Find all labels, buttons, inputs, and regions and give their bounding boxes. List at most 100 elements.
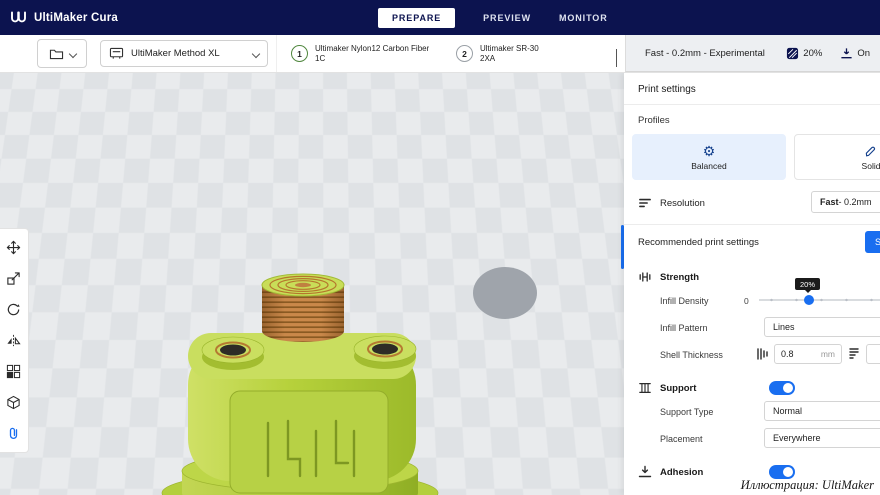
- top-bottom-thickness-icon: [848, 347, 860, 361]
- slider-handle[interactable]: [804, 295, 814, 305]
- infill-icon: [786, 47, 799, 60]
- resolution-row: Resolution Fast - 0.2mm: [624, 191, 880, 215]
- strength-icon: [638, 270, 652, 284]
- gear-icon: ⚙: [703, 144, 716, 158]
- nozzle-icon: [864, 144, 878, 158]
- rotate-icon: [6, 302, 21, 317]
- strength-section-header: Strength: [638, 267, 880, 287]
- support-type-label: Support Type: [660, 407, 713, 417]
- printer-icon: [109, 47, 124, 60]
- app-title: UltiMaker Cura: [34, 12, 118, 24]
- extruder-2: 2 Ultimaker SR-30 2XA: [456, 44, 611, 63]
- infill-pattern-dropdown[interactable]: Lines: [764, 317, 880, 337]
- printer-selector[interactable]: UltiMaker Method XL: [100, 40, 268, 67]
- mirror-icon: [6, 333, 21, 348]
- layers-icon: [638, 197, 652, 209]
- wall-thickness-icon: [756, 347, 768, 361]
- support-title: Support: [660, 383, 696, 394]
- extruder-1-core: 1C: [315, 54, 429, 63]
- profile-cards: ⚙ Balanced Solid: [632, 134, 880, 180]
- support-section-header: Support: [638, 378, 880, 398]
- show-custom-button[interactable]: Show custom: [865, 231, 880, 253]
- slider-value-tooltip: 20%: [795, 278, 820, 290]
- tool-move[interactable]: [0, 232, 27, 263]
- infill-density-row: Infill Density 0 20%: [660, 287, 880, 314]
- move-icon: [6, 240, 21, 255]
- summary-profile: Fast - 0.2mm - Experimental: [645, 48, 765, 59]
- support-toggle[interactable]: [769, 381, 795, 395]
- extruder-1-material: Ultimaker Nylon12 Carbon Fiber: [315, 44, 429, 53]
- image-caption: Иллюстрация: UltiMaker: [741, 478, 874, 493]
- summary-infill-value: 20%: [803, 48, 822, 59]
- slider-min-label: 0: [744, 296, 749, 306]
- panel-title: Print settings: [624, 73, 880, 104]
- profile-card-label: Solid: [862, 161, 880, 171]
- slider-ticks: [759, 297, 880, 303]
- chevron-down-icon: [252, 49, 260, 57]
- chevron-down-icon: [616, 49, 617, 67]
- adhesion-toggle[interactable]: [769, 465, 795, 479]
- tool-mirror[interactable]: [0, 325, 27, 356]
- infill-pattern-row: Infill Pattern Lines: [660, 314, 880, 341]
- shell-thickness-label: Shell Thickness: [660, 350, 723, 360]
- folder-icon: [49, 47, 64, 60]
- placement-row: Placement Everywhere: [660, 425, 880, 452]
- resolution-label: Resolution: [660, 198, 705, 209]
- divider: [624, 224, 880, 225]
- recommended-row: Recommended print settings Show custom: [624, 227, 880, 257]
- ultimaker-logo-icon: [10, 11, 27, 25]
- tool-scale[interactable]: [0, 263, 27, 294]
- resolution-dropdown[interactable]: Fast - 0.2mm: [811, 191, 880, 213]
- wall-thickness-input[interactable]: 0.8 mm: [774, 344, 842, 364]
- plate-circle-marking: [473, 267, 537, 319]
- extruder-2-core: 2XA: [480, 54, 539, 63]
- per-model-settings-icon: [6, 364, 21, 379]
- print-settings-summary-button[interactable]: Fast - 0.2mm - Experimental 20% On: [625, 35, 880, 72]
- viewport-3d[interactable]: [0, 73, 625, 495]
- tool-custom-supports[interactable]: [0, 418, 27, 449]
- tab-monitor[interactable]: MONITOR: [559, 13, 608, 23]
- adhesion-icon: [840, 47, 853, 60]
- summary-infill: 20%: [786, 47, 822, 60]
- tool-rotate[interactable]: [0, 294, 27, 325]
- app-header: UltiMaker Cura PREPARE PREVIEW MONITOR: [0, 0, 880, 35]
- scale-icon: [6, 271, 21, 286]
- profile-card-solid[interactable]: Solid: [794, 134, 880, 180]
- tool-support-blocker[interactable]: [0, 387, 27, 418]
- summary-adhesion: On: [840, 47, 870, 60]
- strength-title: Strength: [660, 272, 699, 283]
- shell-thickness-row: Shell Thickness 0.8 mm: [660, 341, 880, 368]
- extruder-1-badge: 1: [291, 45, 308, 62]
- stage-tabs: PREPARE PREVIEW MONITOR: [378, 0, 608, 35]
- tab-prepare[interactable]: PREPARE: [378, 8, 455, 28]
- tab-preview[interactable]: PREVIEW: [483, 13, 531, 23]
- print-settings-panel: Print settings Profiles ⚙ Balanced Solid: [624, 73, 880, 495]
- adhesion-icon: [638, 465, 652, 479]
- infill-density-slider[interactable]: 20%: [759, 290, 880, 310]
- extruder-1: 1 Ultimaker Nylon12 Carbon Fiber 1C: [291, 44, 446, 63]
- model-3d[interactable]: [150, 271, 450, 495]
- profile-card-balanced[interactable]: ⚙ Balanced: [632, 134, 786, 180]
- top-bottom-thickness-input[interactable]: [866, 344, 880, 364]
- profiles-label: Profiles: [624, 105, 880, 126]
- open-file-button[interactable]: [37, 39, 87, 68]
- chevron-down-icon: [68, 49, 76, 57]
- tool-column: [0, 228, 29, 453]
- support-type-dropdown[interactable]: Normal: [764, 401, 880, 421]
- tool-per-model-settings[interactable]: [0, 356, 27, 387]
- app-logo: UltiMaker Cura: [10, 0, 118, 35]
- paperclip-icon: [6, 426, 21, 441]
- extruder-2-material: Ultimaker SR-30: [480, 44, 539, 53]
- adhesion-title: Adhesion: [660, 467, 703, 478]
- support-blocker-icon: [6, 395, 21, 410]
- placement-label: Placement: [660, 434, 703, 444]
- recommended-label: Recommended print settings: [638, 237, 759, 248]
- infill-pattern-label: Infill Pattern: [660, 323, 708, 333]
- placement-dropdown[interactable]: Everywhere: [764, 428, 880, 448]
- summary-adhesion-value: On: [857, 48, 870, 59]
- infill-density-label: Infill Density: [660, 296, 709, 306]
- configuration-toolbar: UltiMaker Method XL 1 Ultimaker Nylon12 …: [0, 35, 880, 73]
- support-type-row: Support Type Normal: [660, 398, 880, 425]
- material-configuration[interactable]: 1 Ultimaker Nylon12 Carbon Fiber 1C 2 Ul…: [276, 35, 621, 72]
- printer-name: UltiMaker Method XL: [131, 48, 246, 59]
